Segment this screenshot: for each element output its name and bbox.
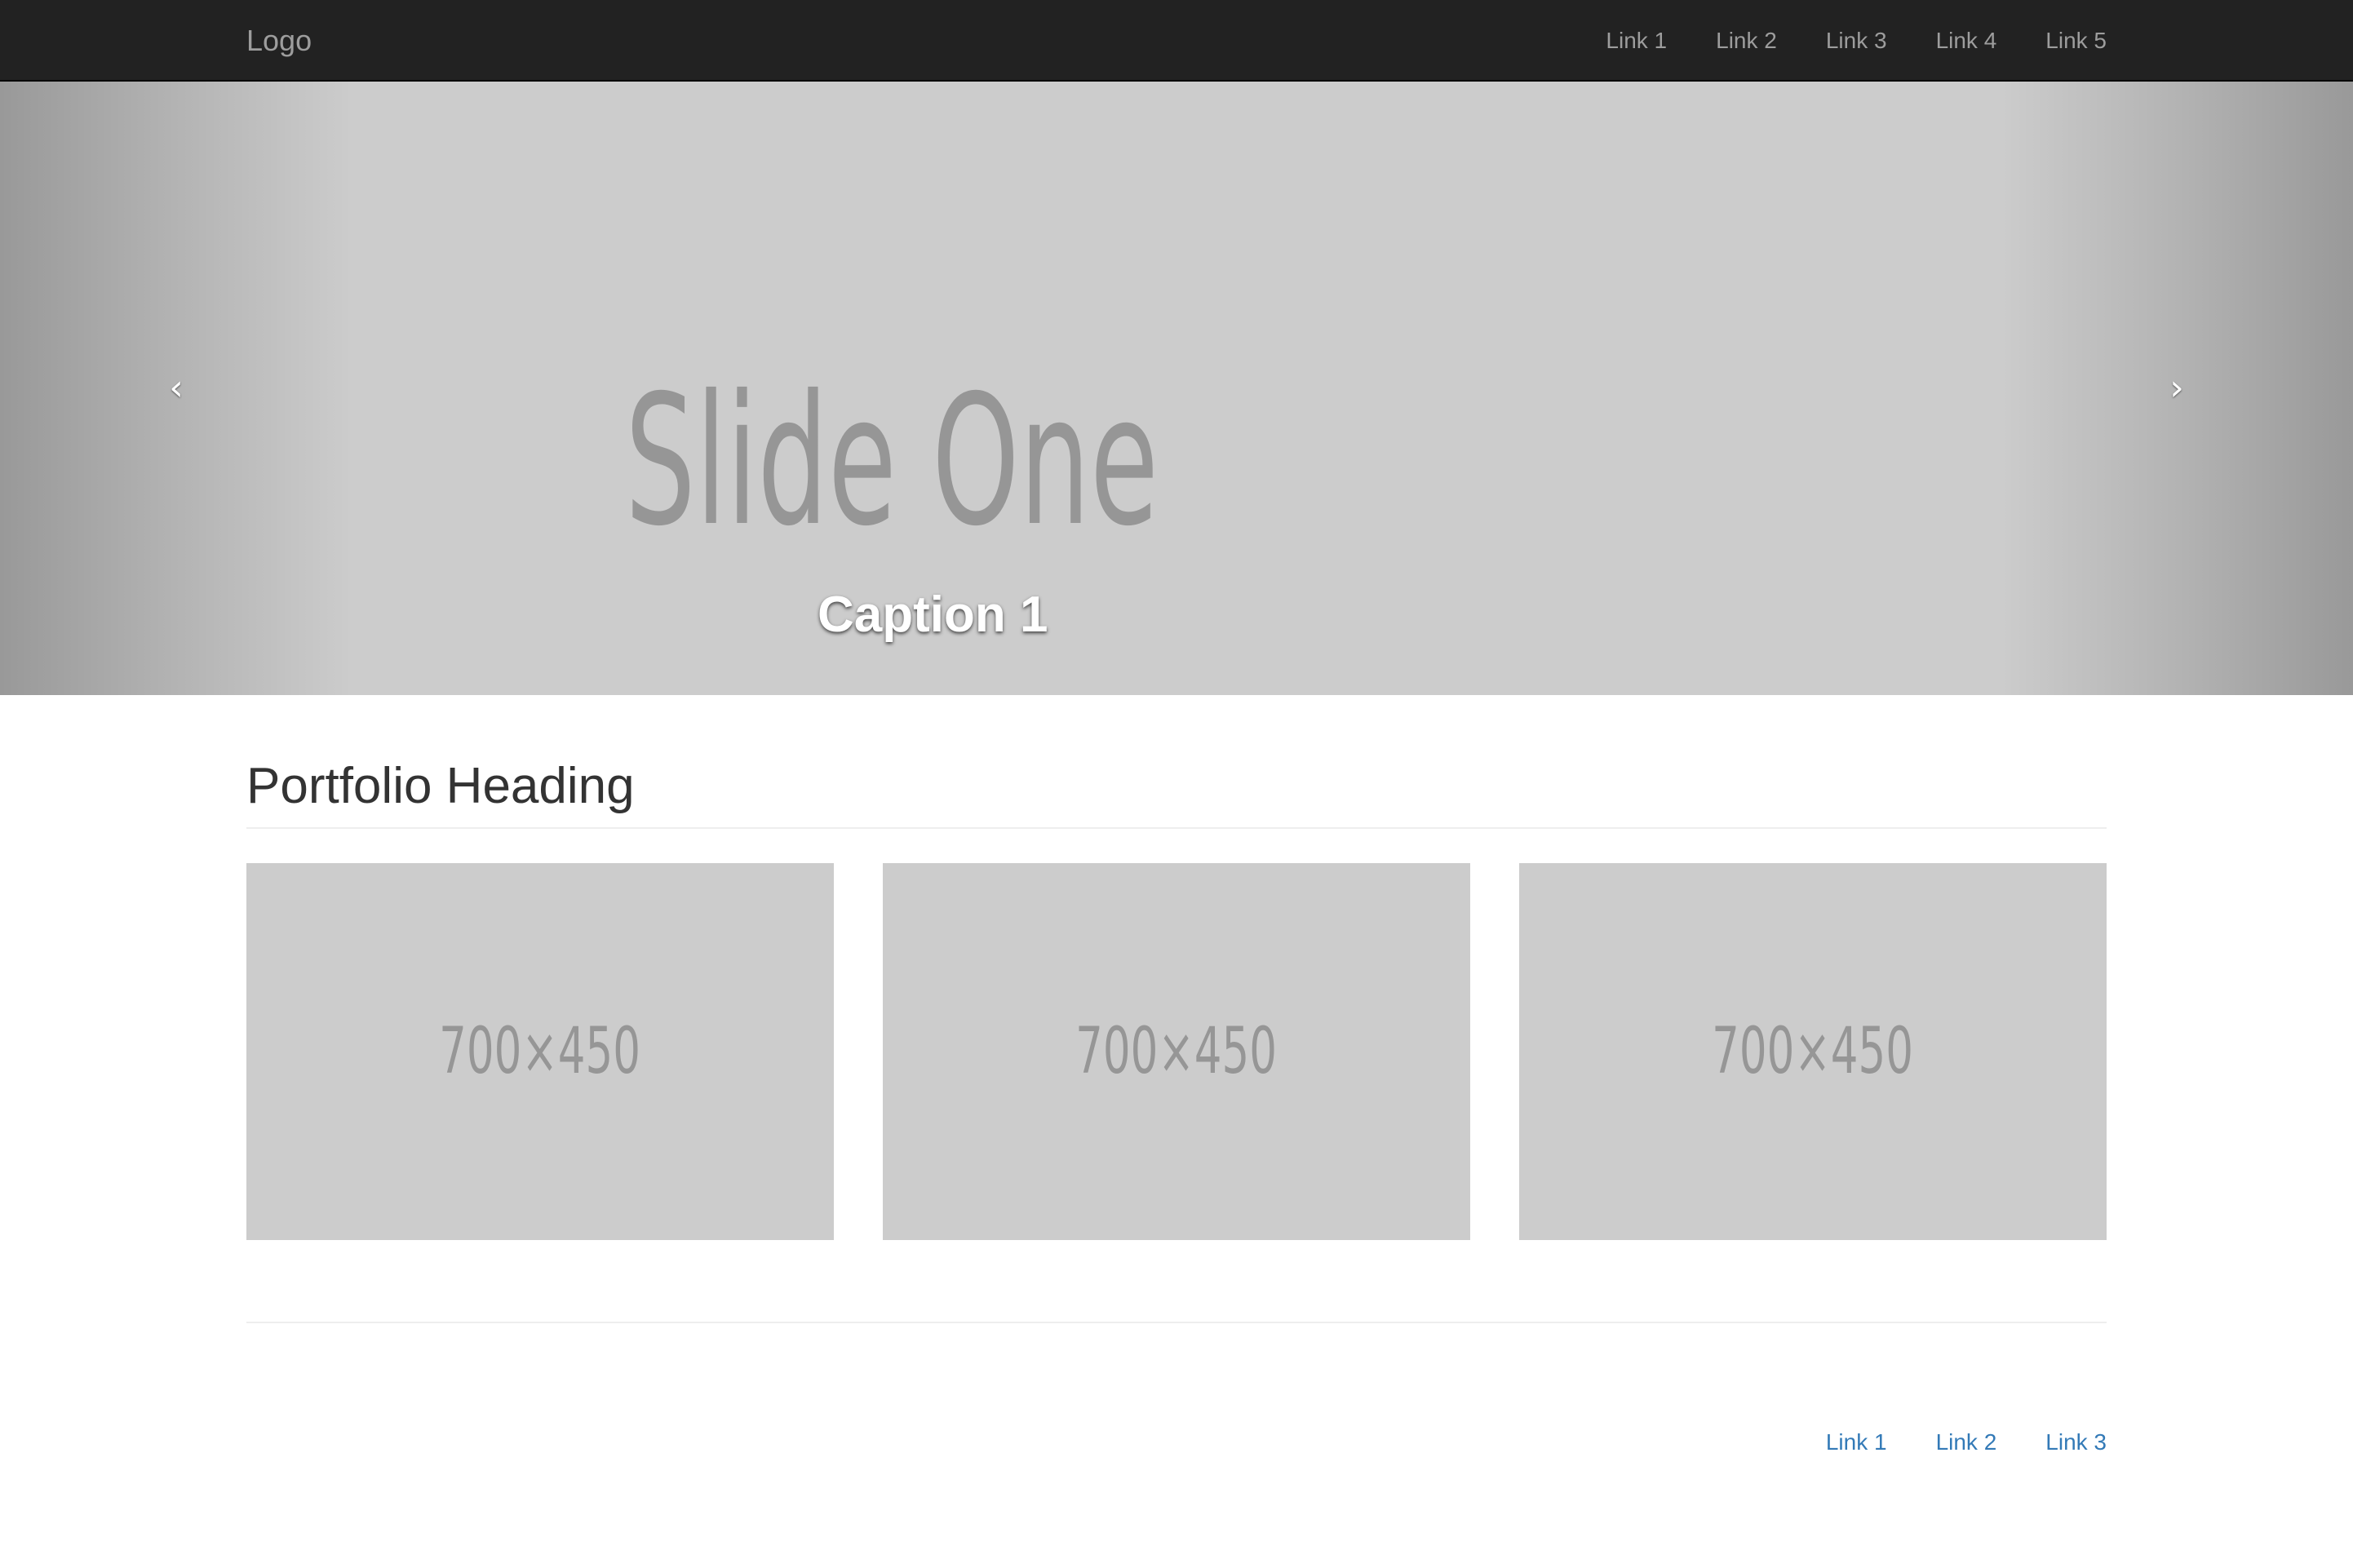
portfolio-item-2[interactable]: 700×450 (883, 863, 1470, 1240)
portfolio-item-3-placeholder: 700×450 (1519, 863, 2107, 1240)
footer-link-3[interactable]: Link 3 (2045, 1429, 2107, 1455)
nav-link-3[interactable]: Link 3 (1826, 28, 1887, 54)
portfolio-item-2-label: 700×450 (1075, 1015, 1278, 1088)
nav-links: Link 1 Link 2 Link 3 Link 4 Link 5 (1606, 0, 2107, 82)
portfolio-item-3-label: 700×450 (1712, 1015, 1914, 1088)
heading-divider (246, 827, 2107, 829)
slide-title: Slide One (625, 357, 1159, 565)
portfolio-item-1-label: 700×450 (439, 1015, 641, 1088)
slide-caption: Caption 1 (818, 587, 1048, 643)
footer-link-1[interactable]: Link 1 (1826, 1429, 1887, 1455)
chevron-left-icon[interactable]: ‹ (169, 370, 184, 406)
footer-link-2[interactable]: Link 2 (1936, 1429, 1997, 1455)
portfolio-item-2-placeholder: 700×450 (883, 863, 1470, 1240)
nav-link-5[interactable]: Link 5 (2045, 28, 2107, 54)
nav-link-1[interactable]: Link 1 (1606, 28, 1667, 54)
portfolio-heading: Portfolio Heading (246, 758, 635, 814)
slide-image: Slide One (625, 359, 1229, 571)
portfolio-item-3[interactable]: 700×450 (1519, 863, 2107, 1240)
footer-links: Link 1 Link 2 Link 3 (1826, 1429, 2107, 1455)
nav-link-2[interactable]: Link 2 (1716, 28, 1777, 54)
nav-link-4[interactable]: Link 4 (1936, 28, 1997, 54)
portfolio-item-1-placeholder: 700×450 (246, 863, 834, 1240)
brand-logo-link[interactable]: Logo (246, 24, 312, 58)
footer-divider (246, 1322, 2107, 1323)
top-navbar: Logo Link 1 Link 2 Link 3 Link 4 Link 5 (0, 0, 2353, 82)
hero-carousel: Slide One Caption 1 ‹ › (0, 82, 2353, 695)
portfolio-item-1[interactable]: 700×450 (246, 863, 834, 1240)
chevron-right-icon[interactable]: › (2169, 370, 2184, 406)
